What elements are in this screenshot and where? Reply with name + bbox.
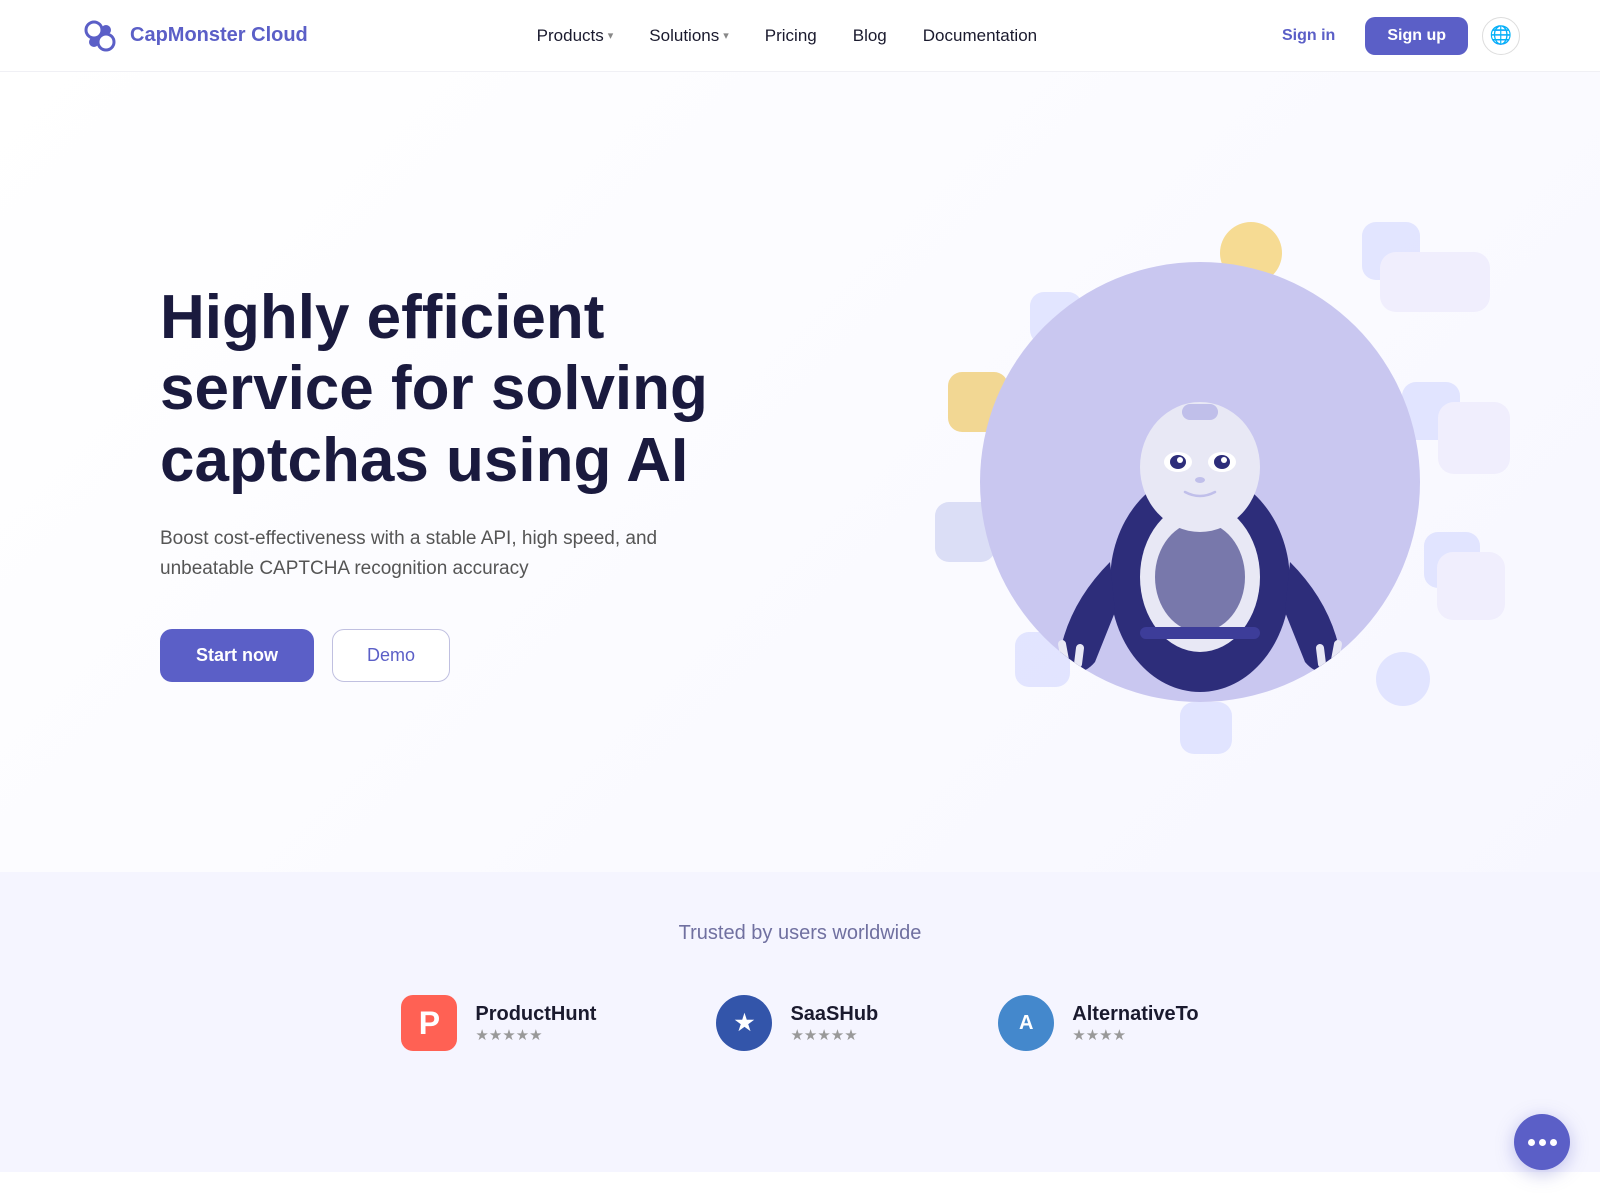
trust-item-saashub: ★ SaaSHub ★★★★★: [716, 995, 878, 1051]
producthunt-icon: P: [401, 995, 457, 1051]
producthunt-info: ProductHunt ★★★★★: [475, 1003, 596, 1044]
trust-heading: Trusted by users worldwide: [80, 922, 1520, 945]
hero-section: Highly efficient service for solving cap…: [0, 72, 1600, 872]
sign-in-button[interactable]: Sign in: [1266, 19, 1351, 53]
hero-text: Highly efficient service for solving cap…: [160, 282, 780, 682]
alternativeto-score: ★★★★: [1072, 1026, 1198, 1044]
logo-icon: [80, 16, 120, 56]
decoration-bubble-10: [1376, 652, 1430, 706]
robot-illustration: [980, 262, 1420, 702]
nav-pricing[interactable]: Pricing: [765, 26, 817, 46]
nav-documentation[interactable]: Documentation: [923, 26, 1037, 46]
decoration-card-3: [1437, 552, 1505, 620]
logo-text: CapMonster Cloud: [130, 24, 308, 47]
nav-products[interactable]: Products ▾: [537, 26, 614, 46]
trust-item-producthunt: P ProductHunt ★★★★★: [401, 995, 596, 1051]
nav-actions: Sign in Sign up 🌐: [1266, 17, 1520, 55]
alternativeto-icon: A: [998, 995, 1054, 1051]
chevron-down-icon: ▾: [608, 29, 614, 42]
chevron-down-icon: ▾: [723, 29, 729, 42]
nav-solutions[interactable]: Solutions ▾: [649, 26, 728, 46]
hero-buttons: Start now Demo: [160, 629, 780, 682]
saashub-info: SaaSHub ★★★★★: [790, 1003, 878, 1044]
alternativeto-name: AlternativeTo: [1072, 1003, 1198, 1026]
chat-dot-3: [1550, 1139, 1557, 1146]
decoration-bubble-6: [1180, 702, 1232, 754]
chat-dot-1: [1528, 1139, 1535, 1146]
hero-subtitle: Boost cost-effectiveness with a stable A…: [160, 524, 660, 585]
nav-blog[interactable]: Blog: [853, 26, 887, 46]
chat-dots-icon: [1528, 1139, 1557, 1146]
sign-up-button[interactable]: Sign up: [1365, 17, 1468, 55]
navbar: CapMonster Cloud Products ▾ Solutions ▾ …: [0, 0, 1600, 72]
nav-links: Products ▾ Solutions ▾ Pricing Blog Docu…: [537, 26, 1037, 46]
saashub-name: SaaSHub: [790, 1003, 878, 1026]
decoration-card-1: [1380, 252, 1490, 312]
producthunt-name: ProductHunt: [475, 1003, 596, 1026]
chat-support-button[interactable]: [1514, 1114, 1570, 1170]
globe-icon: 🌐: [1490, 25, 1512, 46]
trust-section: Trusted by users worldwide P ProductHunt…: [0, 872, 1600, 1172]
language-button[interactable]: 🌐: [1482, 17, 1520, 55]
trust-logos: P ProductHunt ★★★★★ ★ SaaSHub ★★★★★ A Al…: [80, 995, 1520, 1051]
hero-visual: [880, 142, 1520, 822]
saashub-icon: ★: [716, 995, 772, 1051]
robot-svg: [1030, 322, 1370, 702]
start-now-button[interactable]: Start now: [160, 629, 314, 682]
saashub-score: ★★★★★: [790, 1026, 878, 1044]
logo-link[interactable]: CapMonster Cloud: [80, 16, 308, 56]
demo-button[interactable]: Demo: [332, 629, 450, 682]
chat-dot-2: [1539, 1139, 1546, 1146]
alternativeto-info: AlternativeTo ★★★★: [1072, 1003, 1198, 1044]
trust-item-alternativeto: A AlternativeTo ★★★★: [998, 995, 1198, 1051]
producthunt-score: ★★★★★: [475, 1026, 596, 1044]
hero-title: Highly efficient service for solving cap…: [160, 282, 780, 496]
decoration-card-2: [1438, 402, 1510, 474]
